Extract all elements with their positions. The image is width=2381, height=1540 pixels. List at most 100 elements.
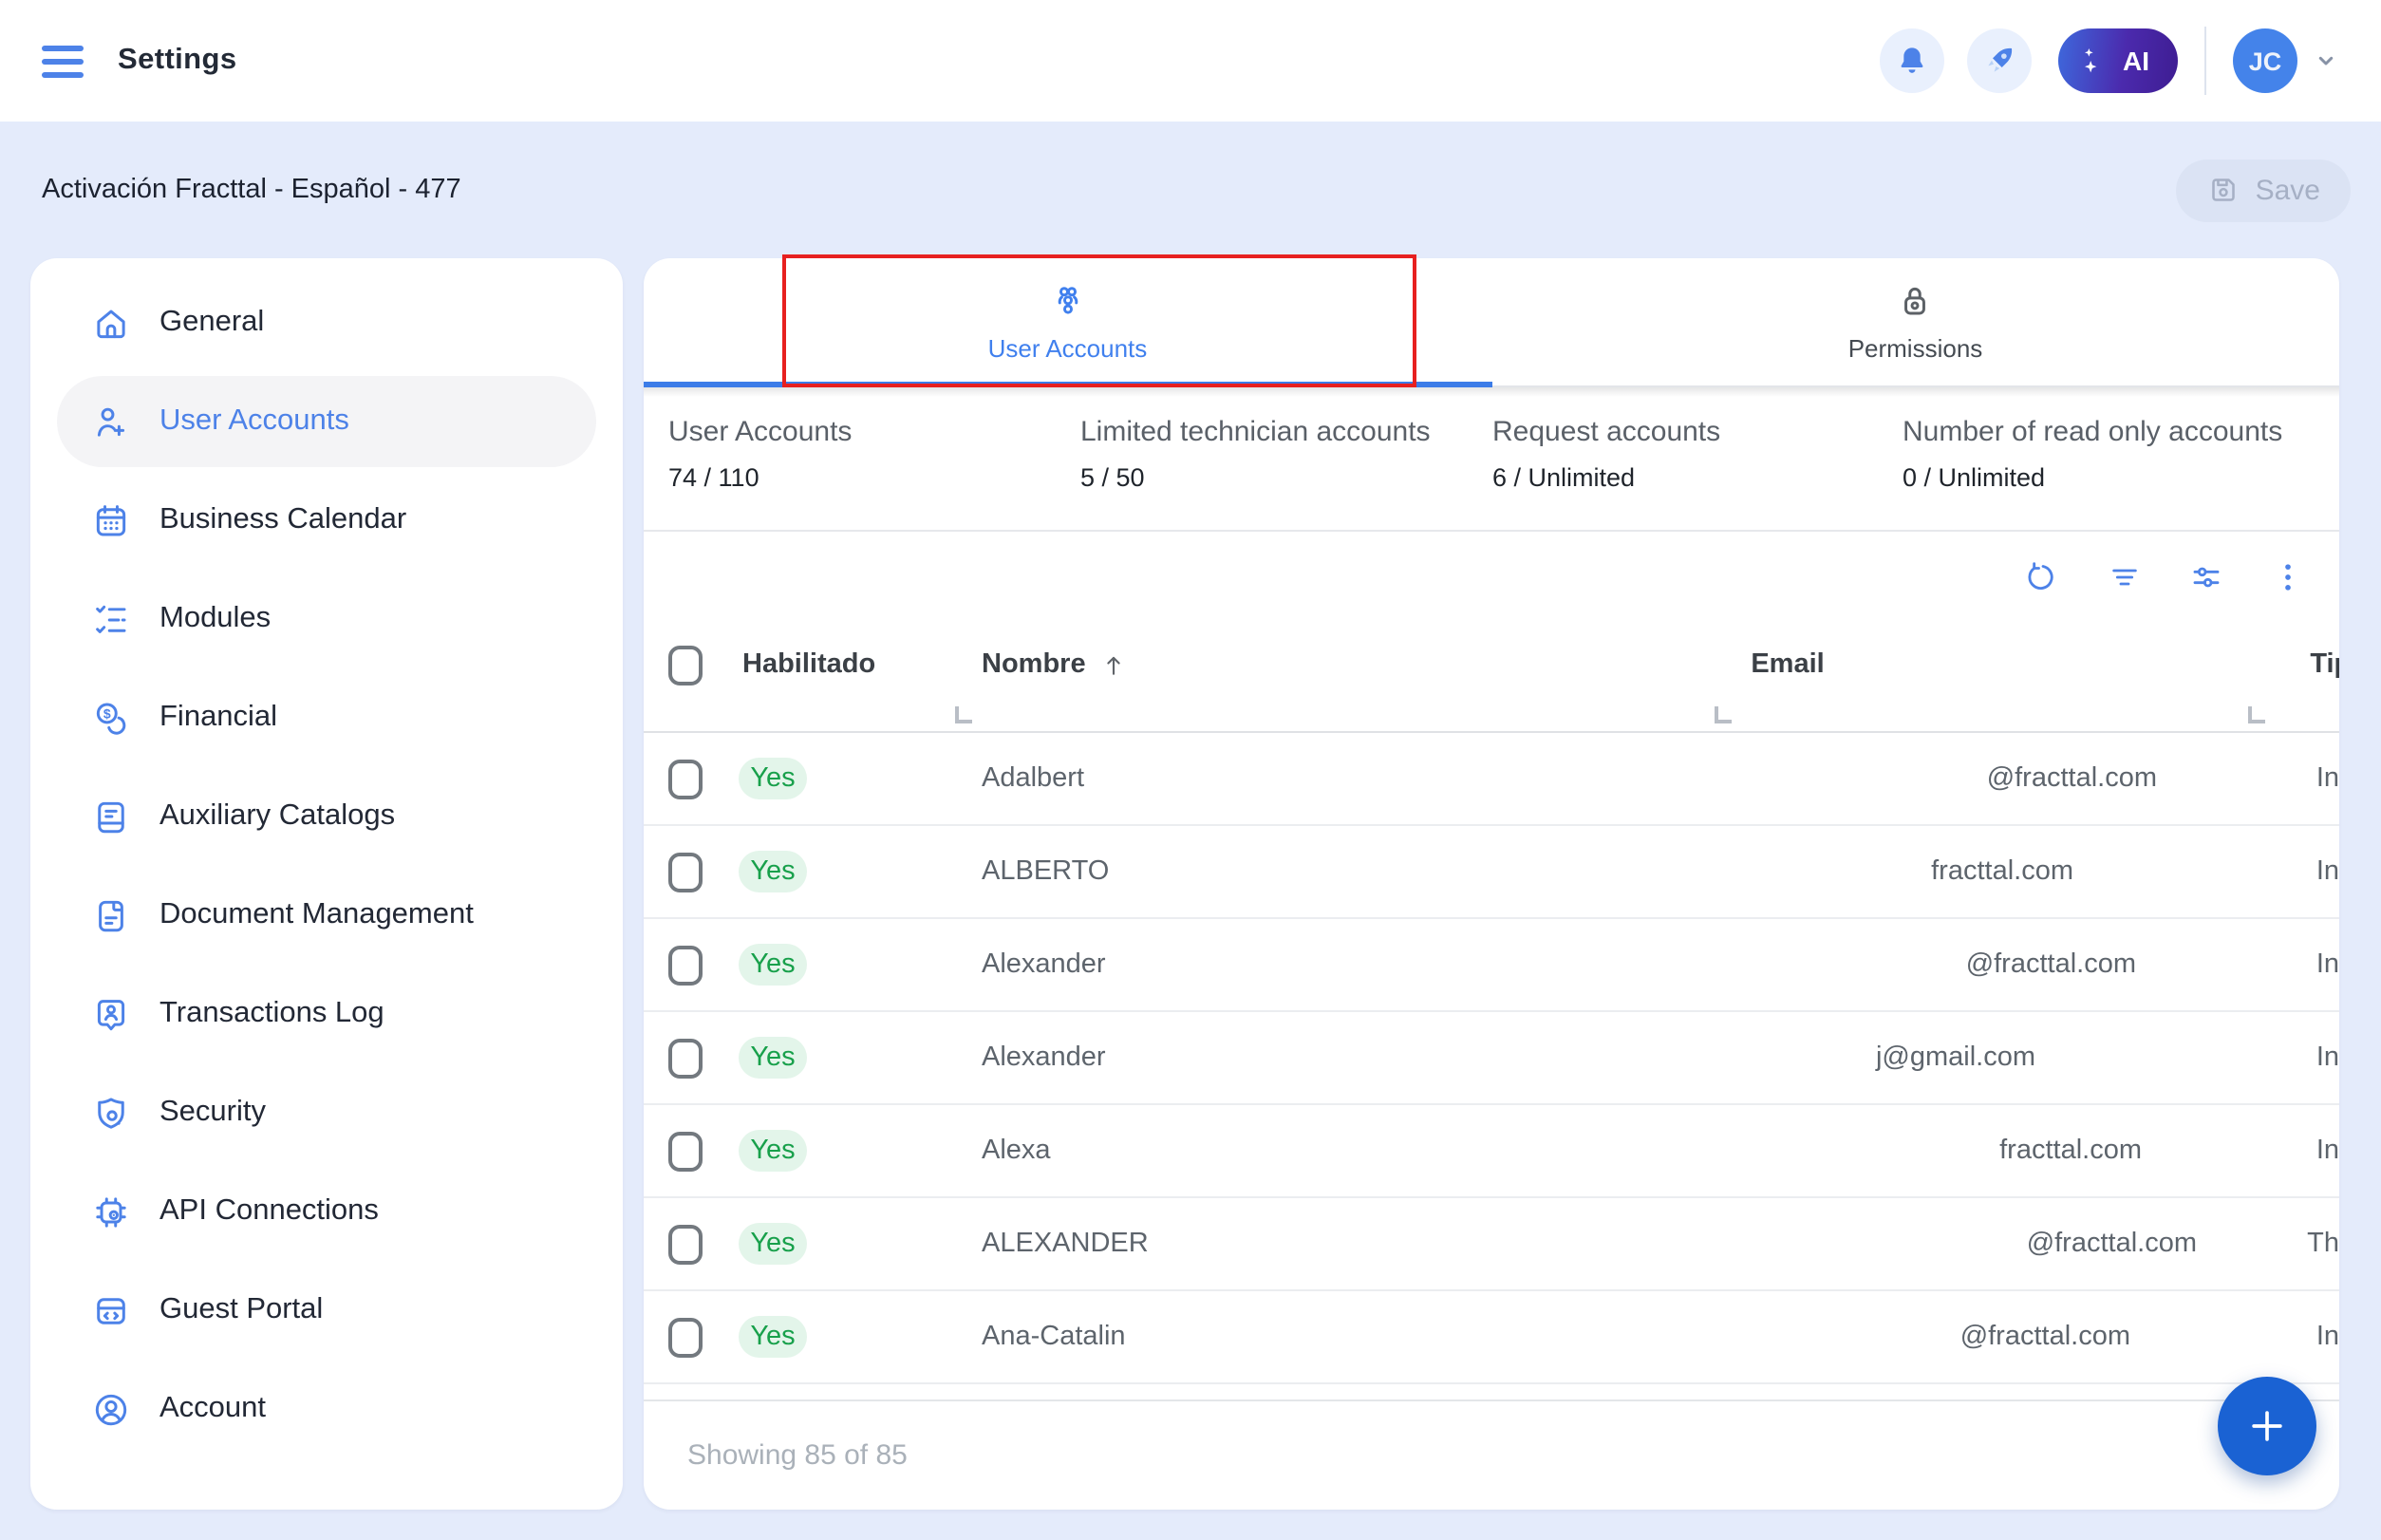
sidebar-item-auxiliary-catalogs[interactable]: Auxiliary Catalogs	[57, 771, 596, 862]
table-row[interactable]: Yes Alexander @fracttal.com In	[644, 919, 2339, 1012]
whats-new-button[interactable]	[1967, 28, 2032, 93]
settings-sidebar: General User Accounts Business Calendar …	[30, 258, 623, 1510]
select-all-checkbox[interactable]	[668, 646, 703, 685]
column-resize-handle[interactable]	[955, 706, 972, 723]
sort-asc-icon	[1099, 651, 1128, 680]
enabled-badge: Yes	[739, 944, 807, 986]
enabled-badge: Yes	[739, 1130, 807, 1172]
showing-count: Showing 85 of 85	[687, 1438, 908, 1471]
sliders-icon[interactable]	[2187, 558, 2225, 596]
user-email: fracttal.com	[1557, 1136, 2201, 1166]
enabled-badge: Yes	[739, 1037, 807, 1079]
stat-label: Request accounts	[1492, 416, 1903, 448]
sidebar-item-label: Transactions Log	[159, 997, 384, 1031]
rocket-icon	[1980, 42, 2018, 80]
account-stats: User Accounts 74 / 110 Limited technicia…	[644, 387, 2339, 532]
table-footer: Showing 85 of 85	[644, 1401, 2339, 1508]
column-header-nombre[interactable]: Nombre	[959, 623, 1557, 731]
settings-page: Settings AI	[0, 0, 2381, 1540]
save-button-label: Save	[2256, 174, 2320, 206]
row-checkbox[interactable]	[668, 1317, 703, 1357]
row-checkbox[interactable]	[668, 1224, 703, 1264]
column-header-habilitado[interactable]: Habilitado	[720, 623, 959, 731]
sidebar-item-label: User Accounts	[159, 404, 349, 439]
stat-read-only-accounts: Number of read only accounts 0 / Unlimit…	[1903, 387, 2282, 530]
user-name: Alexander	[959, 949, 1557, 980]
save-button[interactable]: Save	[2176, 159, 2351, 221]
svg-text:$: $	[103, 704, 111, 720]
book-icon	[91, 797, 131, 836]
bell-icon	[1893, 42, 1931, 80]
notifications-button[interactable]	[1880, 28, 1944, 93]
lock-icon	[1896, 281, 1936, 321]
row-checkbox[interactable]	[668, 1131, 703, 1171]
enabled-badge: Yes	[739, 851, 807, 892]
table-row[interactable]: Yes ALBERTO fracttal.com In	[644, 826, 2339, 919]
stat-request-accounts: Request accounts 6 / Unlimited	[1492, 387, 1903, 530]
table-row[interactable]: Yes Alexa fracttal.com In	[644, 1105, 2339, 1198]
user-table-body: Yes Adalbert @fracttal.com In Yes ALBERT…	[644, 733, 2339, 1384]
user-name: ALEXANDER	[959, 1229, 1557, 1259]
user-plus-icon	[91, 402, 131, 441]
top-header: Settings AI	[0, 0, 2381, 122]
sidebar-item-label: Account	[159, 1392, 266, 1426]
sidebar-item-modules[interactable]: Modules	[57, 573, 596, 665]
user-type: In	[2201, 1322, 2339, 1352]
sidebar-item-user-accounts[interactable]: User Accounts	[57, 376, 596, 467]
filter-icon[interactable]	[2106, 558, 2144, 596]
row-checkbox[interactable]	[668, 759, 703, 798]
sidebar-item-security[interactable]: Security	[57, 1067, 596, 1158]
column-header-email[interactable]: Email	[1557, 623, 2201, 731]
content-area: General User Accounts Business Calendar …	[0, 258, 2381, 1510]
user-email: j@gmail.com	[1557, 1042, 2201, 1073]
refresh-icon[interactable]	[2024, 558, 2062, 596]
column-resize-handle[interactable]	[1715, 706, 1732, 723]
table-row[interactable]: Yes ALEXANDER @fracttal.com Th	[644, 1198, 2339, 1291]
user-name: Alexa	[959, 1136, 1557, 1166]
enabled-badge: Yes	[739, 1223, 807, 1265]
sidebar-item-document-management[interactable]: Document Management	[57, 870, 596, 961]
table-row[interactable]: Yes Adalbert @fracttal.com In	[644, 733, 2339, 826]
row-checkbox[interactable]	[668, 945, 703, 985]
stat-limited-technician-accounts: Limited technician accounts 5 / 50	[1080, 387, 1492, 530]
ai-assistant-button[interactable]: AI	[2058, 28, 2178, 93]
column-resize-handle[interactable]	[2248, 706, 2265, 723]
sidebar-item-account[interactable]: Account	[57, 1363, 596, 1455]
calendar-icon	[91, 500, 131, 540]
breadcrumb: Activación Fracttal - Español - 477	[42, 175, 461, 205]
breadcrumb-bar: Activación Fracttal - Español - 477 Save	[0, 122, 2381, 258]
sidebar-item-label: Auxiliary Catalogs	[159, 799, 395, 834]
column-header-tipo[interactable]: Tipo	[2201, 623, 2339, 731]
sidebar-item-business-calendar[interactable]: Business Calendar	[57, 475, 596, 566]
hamburger-menu-icon[interactable]	[42, 45, 84, 77]
sidebar-item-api-connections[interactable]: API Connections	[57, 1166, 596, 1257]
stat-label: User Accounts	[668, 416, 1080, 448]
sidebar-item-transactions-log[interactable]: Transactions Log	[57, 968, 596, 1060]
row-checkbox[interactable]	[668, 852, 703, 892]
avatar[interactable]: JC	[2233, 28, 2297, 93]
sidebar-item-general[interactable]: General	[57, 277, 596, 368]
user-email: @fracttal.com	[1557, 1229, 2201, 1259]
badge-person-icon	[91, 994, 131, 1034]
user-email: @fracttal.com	[1557, 1322, 2201, 1352]
sparkles-icon	[2075, 42, 2113, 80]
add-user-button[interactable]	[2218, 1377, 2316, 1475]
tab-permissions[interactable]: Permissions	[1491, 258, 2339, 385]
tab-label: User Accounts	[988, 334, 1148, 363]
chevron-down-icon[interactable]	[2309, 44, 2343, 78]
sidebar-item-financial[interactable]: $ Financial	[57, 672, 596, 763]
document-icon	[91, 895, 131, 935]
browser-icon	[91, 1290, 131, 1330]
row-checkbox[interactable]	[668, 1038, 703, 1078]
kebab-menu-icon[interactable]	[2269, 558, 2307, 596]
sidebar-item-guest-portal[interactable]: Guest Portal	[57, 1265, 596, 1356]
shield-icon	[91, 1093, 131, 1133]
table-row[interactable]: Yes Ana-Catalin @fracttal.com In	[644, 1291, 2339, 1384]
table-row[interactable]: Yes Alexander j@gmail.com In	[644, 1012, 2339, 1105]
sidebar-item-label: General	[159, 306, 264, 340]
tab-user-accounts[interactable]: User Accounts	[644, 258, 1491, 385]
list-toolbar	[644, 532, 2339, 623]
coins-icon: $	[91, 698, 131, 738]
user-name: Alexander	[959, 1042, 1557, 1073]
user-type: Th	[2201, 1229, 2339, 1259]
